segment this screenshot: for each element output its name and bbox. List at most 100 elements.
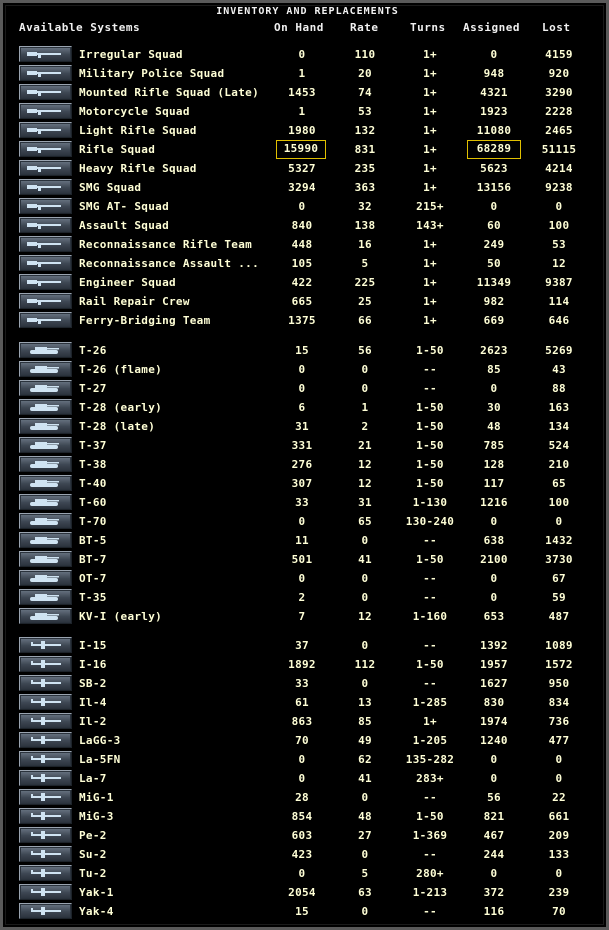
unit-name[interactable]: La-7	[79, 770, 279, 788]
unit-name[interactable]: Il-4	[79, 694, 279, 712]
turns-value: 1+	[423, 124, 437, 137]
unit-name[interactable]: Rifle Squad	[79, 141, 279, 159]
lost-value: 2228	[545, 105, 573, 118]
unit-name[interactable]: SMG AT- Squad	[79, 198, 279, 216]
unit-name[interactable]: T-60	[79, 494, 279, 512]
unit-select-button[interactable]	[19, 179, 72, 195]
unit-name[interactable]: T-26 (flame)	[79, 361, 279, 379]
unit-select-button[interactable]	[19, 732, 72, 748]
unit-name[interactable]: Engineer Squad	[79, 274, 279, 292]
unit-name[interactable]: Su-2	[79, 846, 279, 864]
unit-name[interactable]: T-28 (late)	[79, 418, 279, 436]
unit-select-button[interactable]	[19, 589, 72, 605]
unit-select-button[interactable]	[19, 46, 72, 62]
unit-select-button[interactable]	[19, 865, 72, 881]
unit-name[interactable]: Reconnaissance Rifle Team	[79, 236, 279, 254]
unit-name[interactable]: T-38	[79, 456, 279, 474]
unit-name[interactable]: MiG-3	[79, 808, 279, 826]
assigned-value: 0	[490, 591, 498, 604]
unit-name[interactable]: Heavy Rifle Squad	[79, 160, 279, 178]
on-hand-value: 15	[295, 344, 309, 357]
unit-select-button[interactable]	[19, 884, 72, 900]
unit-select-button[interactable]	[19, 122, 72, 138]
unit-select-button[interactable]	[19, 513, 72, 529]
unit-select-button[interactable]	[19, 399, 72, 415]
unit-select-button[interactable]	[19, 675, 72, 691]
unit-name[interactable]: BT-5	[79, 532, 279, 550]
unit-name[interactable]: KV-I (early)	[79, 608, 279, 626]
unit-name[interactable]: T-37	[79, 437, 279, 455]
unit-name[interactable]: OT-7	[79, 570, 279, 588]
unit-select-button[interactable]	[19, 312, 72, 328]
unit-select-button[interactable]	[19, 274, 72, 290]
unit-name[interactable]: T-27	[79, 380, 279, 398]
unit-name[interactable]: Reconnaissance Assault ...	[79, 255, 279, 273]
unit-select-button[interactable]	[19, 608, 72, 624]
unit-select-button[interactable]	[19, 846, 72, 862]
unit-select-button[interactable]	[19, 293, 72, 309]
unit-name[interactable]: Il-2	[79, 713, 279, 731]
unit-name[interactable]: Mounted Rifle Squad (Late)	[79, 84, 279, 102]
unit-select-button[interactable]	[19, 236, 72, 252]
unit-select-button[interactable]	[19, 198, 72, 214]
unit-select-button[interactable]	[19, 903, 72, 919]
unit-name[interactable]: SB-2	[79, 675, 279, 693]
lost-value: 4159	[545, 48, 573, 61]
turns-value: --	[423, 677, 437, 690]
unit-select-button[interactable]	[19, 141, 72, 157]
unit-select-button[interactable]	[19, 827, 72, 843]
unit-select-button[interactable]	[19, 637, 72, 653]
unit-name[interactable]: Yak-4	[79, 903, 279, 921]
unit-name[interactable]: Yak-1	[79, 884, 279, 902]
turns-value: 1-50	[416, 477, 444, 490]
unit-select-button[interactable]	[19, 65, 72, 81]
assigned-value: 1627	[480, 677, 508, 690]
unit-select-button[interactable]	[19, 418, 72, 434]
on-hand-value: 33	[295, 496, 309, 509]
unit-select-button[interactable]	[19, 808, 72, 824]
unit-select-button[interactable]	[19, 751, 72, 767]
unit-name[interactable]: La-5FN	[79, 751, 279, 769]
unit-name[interactable]: I-15	[79, 637, 279, 655]
unit-select-button[interactable]	[19, 713, 72, 729]
unit-select-button[interactable]	[19, 789, 72, 805]
unit-select-button[interactable]	[19, 456, 72, 472]
unit-select-button[interactable]	[19, 342, 72, 358]
turns-value: 1+	[423, 181, 437, 194]
unit-name[interactable]: SMG Squad	[79, 179, 279, 197]
unit-select-button[interactable]	[19, 380, 72, 396]
unit-select-button[interactable]	[19, 570, 72, 586]
unit-select-button[interactable]	[19, 255, 72, 271]
unit-select-button[interactable]	[19, 694, 72, 710]
unit-select-button[interactable]	[19, 770, 72, 786]
unit-select-button[interactable]	[19, 532, 72, 548]
unit-name[interactable]: Assault Squad	[79, 217, 279, 235]
unit-select-button[interactable]	[19, 103, 72, 119]
unit-name[interactable]: LaGG-3	[79, 732, 279, 750]
unit-name[interactable]: Military Police Squad	[79, 65, 279, 83]
unit-select-button[interactable]	[19, 217, 72, 233]
unit-select-button[interactable]	[19, 84, 72, 100]
unit-name[interactable]: Light Rifle Squad	[79, 122, 279, 140]
unit-name[interactable]: T-28 (early)	[79, 399, 279, 417]
unit-name[interactable]: T-70	[79, 513, 279, 531]
unit-select-button[interactable]	[19, 551, 72, 567]
unit-name[interactable]: Motorcycle Squad	[79, 103, 279, 121]
unit-name[interactable]: BT-7	[79, 551, 279, 569]
unit-select-button[interactable]	[19, 160, 72, 176]
unit-select-button[interactable]	[19, 475, 72, 491]
unit-select-button[interactable]	[19, 494, 72, 510]
unit-name[interactable]: T-40	[79, 475, 279, 493]
unit-name[interactable]: I-16	[79, 656, 279, 674]
unit-name[interactable]: Ferry-Bridging Team	[79, 312, 279, 330]
unit-select-button[interactable]	[19, 361, 72, 377]
unit-name[interactable]: Pe-2	[79, 827, 279, 845]
unit-name[interactable]: MiG-1	[79, 789, 279, 807]
unit-name[interactable]: Irregular Squad	[79, 46, 279, 64]
unit-select-button[interactable]	[19, 656, 72, 672]
unit-name[interactable]: Rail Repair Crew	[79, 293, 279, 311]
unit-name[interactable]: T-26	[79, 342, 279, 360]
unit-name[interactable]: T-35	[79, 589, 279, 607]
unit-select-button[interactable]	[19, 437, 72, 453]
unit-name[interactable]: Tu-2	[79, 865, 279, 883]
